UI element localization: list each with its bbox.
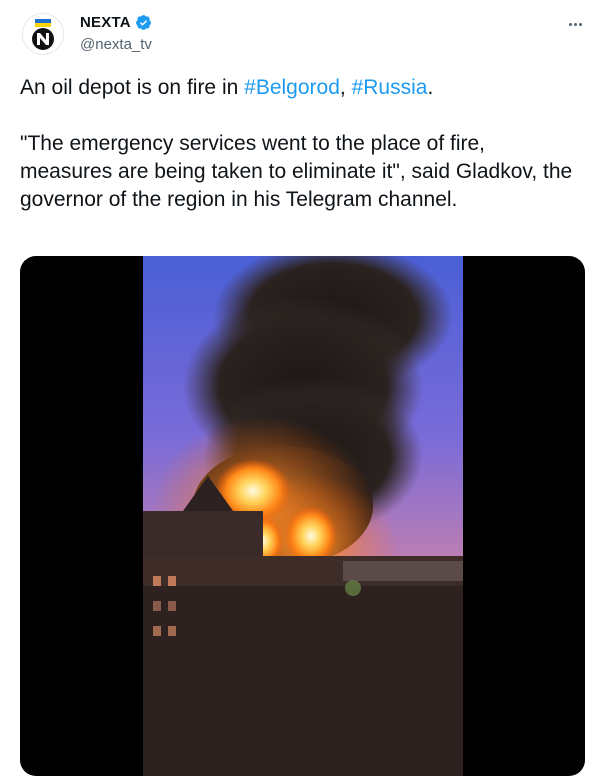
tweet-text: An oil depot is on fire in #Belgorod, #R… [20,74,580,214]
more-options-icon [568,22,572,26]
display-name[interactable]: NEXTA [80,14,131,31]
hashtag-belgorod[interactable]: #Belgorod [244,76,340,99]
tweet-card: NEXTA @nexta_tv An oil depot is on fire … [0,0,604,776]
nexta-logo-icon [23,14,63,54]
author-name-row: NEXTA [80,14,152,31]
video-player[interactable] [20,256,585,776]
author-handle[interactable]: @nexta_tv [80,36,152,53]
video-thumbnail-fire [143,256,463,776]
tweet-line-1: An oil depot is on fire in #Belgorod, #R… [20,76,434,99]
tweet-quote: "The emergency services went to the plac… [20,132,573,211]
more-options-button[interactable] [565,17,585,31]
verified-badge-icon [135,15,151,30]
hashtag-russia[interactable]: #Russia [352,76,428,99]
avatar[interactable] [22,13,64,55]
